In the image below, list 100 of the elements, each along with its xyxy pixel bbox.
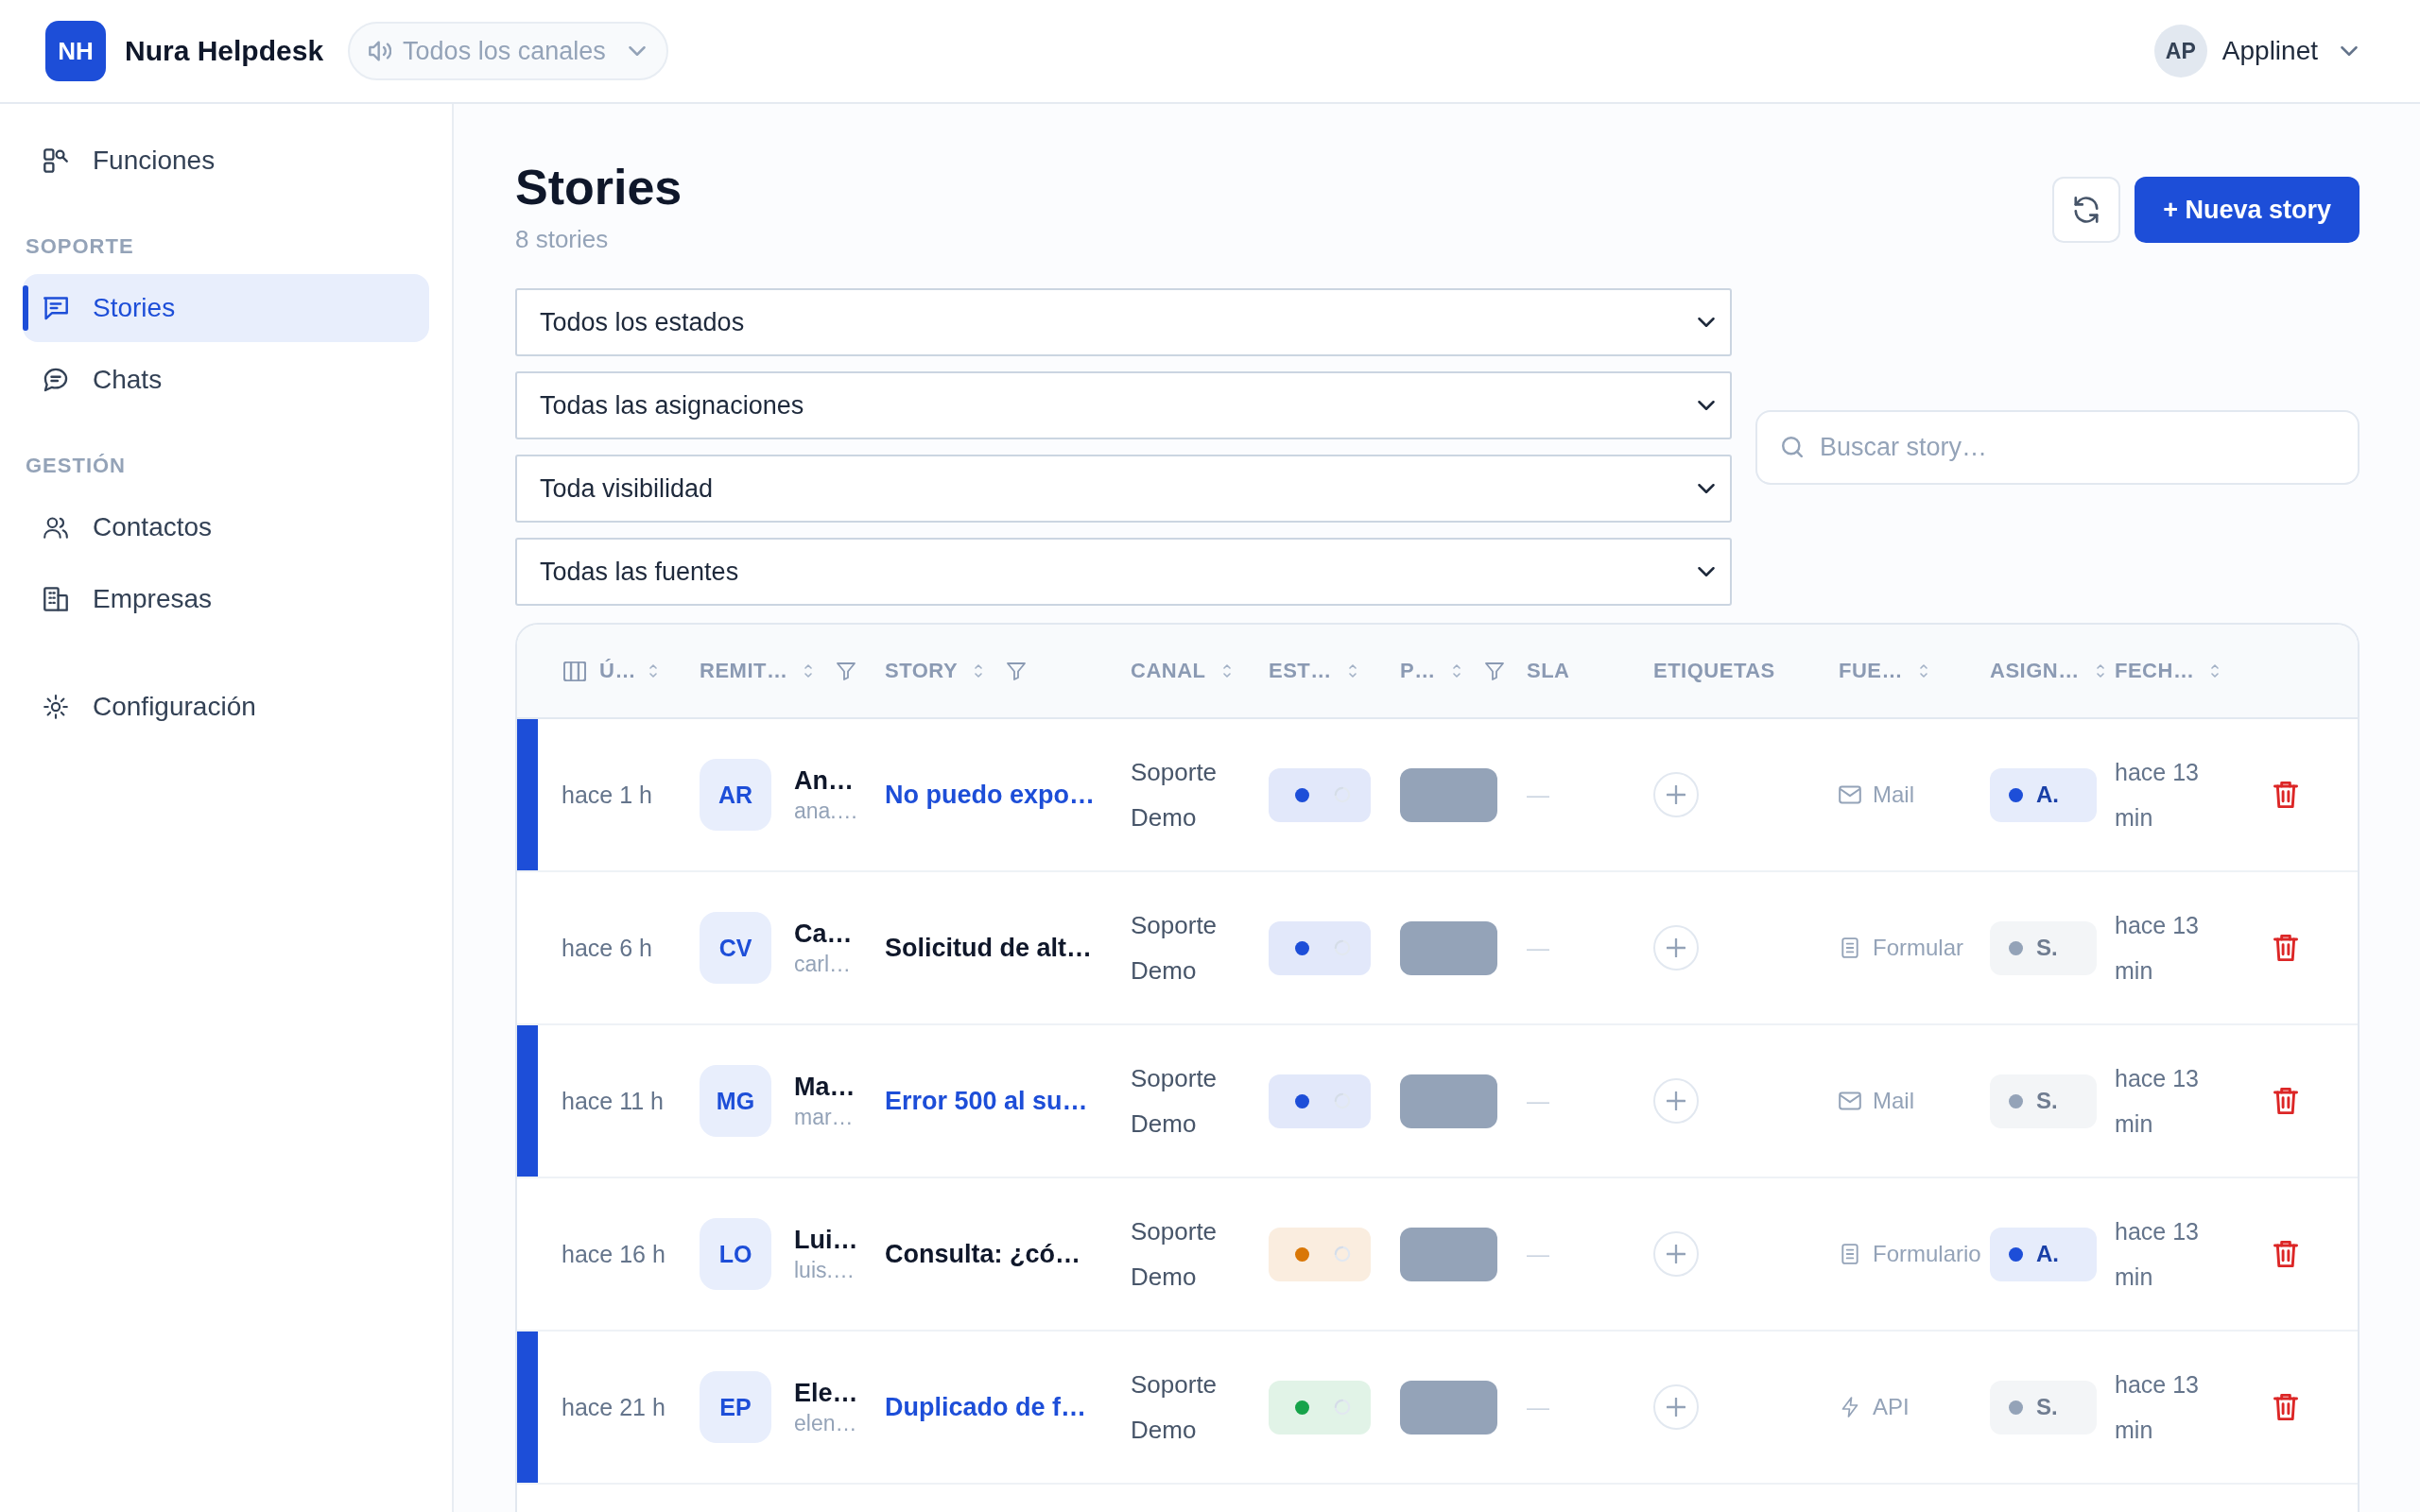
sort-icon[interactable] [1348,664,1357,678]
sidebar-item[interactable]: Chats [23,346,429,414]
assignee-initial: S. [2036,1088,2058,1114]
delete-button[interactable] [2273,1087,2298,1115]
story-title[interactable]: Solicitud de alt… [885,933,1093,963]
priority-chip[interactable] [1400,767,1497,822]
filter-icon[interactable] [1484,662,1504,680]
table-cell: hace 16 h [562,1240,666,1268]
trash-icon [2273,1240,2298,1268]
delete-button[interactable] [2273,781,2298,809]
status-pill[interactable] [1269,1380,1371,1435]
filter-select[interactable]: Todas las asignaciones [515,371,1732,439]
status-pill[interactable] [1269,767,1371,822]
mail-icon [1839,784,1861,805]
document-icon [1839,1244,1861,1264]
app-name: Nura Helpdesk [125,35,324,67]
sender-name: Ele… [794,1378,858,1409]
plus-icon [1667,1398,1685,1417]
sender-name: Ma… [794,1072,856,1103]
add-tag-button[interactable] [1653,1231,1699,1277]
source-label: Formulario [1873,1241,1981,1267]
assignee-initial: A. [2036,1241,2059,1267]
column-header: EST… [1269,659,1332,683]
sidebar-item[interactable]: Contactos [23,493,429,561]
delete-button[interactable] [2273,934,2298,962]
sort-icon[interactable] [1920,664,1927,678]
priority-chip[interactable] [1400,920,1497,975]
story-title[interactable]: Error 500 al su… [885,1086,1088,1116]
new-story-button[interactable]: + Nueva story [2135,177,2360,243]
table-cell-text: hace 13 min [2115,758,2200,833]
column-header: FUE… [1839,659,1903,683]
sort-icon[interactable] [1222,664,1231,678]
sla-value: — [1527,935,1549,961]
assignee-chip[interactable]: A. [1990,1227,2097,1281]
chevron-down-icon[interactable] [2341,46,2358,56]
mail-icon [1839,1091,1861,1111]
sender-name: Lui… [794,1225,858,1256]
status-pill[interactable] [1269,1074,1371,1128]
sla-value: — [1527,1394,1549,1420]
priority-chip[interactable] [1400,1227,1497,1281]
sort-icon[interactable] [1452,664,1461,678]
assignee-chip[interactable]: S. [1990,1074,2097,1128]
sender-avatar: CV [700,912,771,984]
story-count: 8 stories [515,224,610,254]
sidebar-item[interactable]: Configuración [23,673,429,741]
column-header: ETIQUETAS [1653,659,1775,683]
filter-icon[interactable] [1007,662,1027,680]
plus-icon [1667,1245,1685,1263]
refresh-button[interactable] [2052,177,2121,243]
status-pill[interactable] [1269,1227,1371,1281]
assignee-chip[interactable]: A. [1990,767,2097,822]
sidebar-item[interactable]: Empresas [23,565,429,633]
delete-button[interactable] [2273,1240,2298,1268]
column-header: FECH… [2115,659,2195,683]
sidebar-item[interactable]: Stories [23,274,429,342]
sidebar-item[interactable]: Funciones [23,127,429,195]
squares-search-icon [43,148,68,173]
user-name[interactable]: Applinet [2221,36,2318,66]
sort-icon[interactable] [804,664,813,678]
column-header: Ú… [599,659,636,683]
priority-chip[interactable] [1400,1380,1497,1435]
filter-select[interactable]: Todas las fuentes [515,538,1732,606]
assignee-chip[interactable]: S. [1990,920,2097,975]
sender-email: carl… [794,951,853,978]
source-label: Mail [1873,1088,1914,1114]
columns-icon[interactable] [563,661,586,681]
sender-email: luis.… [794,1257,856,1284]
sender-email: mar… [794,1104,855,1131]
section-heading: SOPORTE [25,234,135,259]
filter-select[interactable]: Toda visibilidad [515,455,1732,523]
status-pill[interactable] [1269,920,1371,975]
filter-select[interactable]: Todos los estados [515,288,1732,356]
sla-value: — [1527,1088,1549,1114]
delete-button[interactable] [2273,1393,2298,1421]
source-label: API [1873,1394,1910,1420]
chevron-down-icon [1698,318,1715,327]
story-title[interactable]: Duplicado de f… [885,1392,1086,1422]
sort-icon[interactable] [648,664,657,678]
add-tag-button[interactable] [1653,772,1699,817]
chevron-down-icon [1698,567,1715,576]
story-title[interactable]: No puedo expo… [885,780,1095,810]
sender-avatar: MG [700,1065,771,1137]
add-tag-button[interactable] [1653,1078,1699,1124]
channel-name: Soporte Demo [1131,757,1219,833]
search-field[interactable]: Buscar story… [1755,409,2360,485]
channel-name: Soporte Demo [1131,1216,1219,1293]
filter-icon[interactable] [837,662,856,680]
table-cell: hace 11 h [562,1087,664,1115]
add-tag-button[interactable] [1653,1384,1699,1430]
story-title[interactable]: Consulta: ¿có… [885,1239,1080,1269]
sort-icon[interactable] [2211,664,2220,678]
sort-icon[interactable] [2096,664,2104,678]
trash-icon [2273,781,2298,809]
search-icon [1782,436,1803,457]
priority-chip[interactable] [1400,1074,1497,1128]
assignee-chip[interactable]: S. [1990,1380,2097,1435]
assignee-initial: A. [2036,782,2059,808]
table-cell-text: hace 13 min [2115,1217,2200,1292]
add-tag-button[interactable] [1653,925,1699,971]
sort-icon[interactable] [975,664,983,678]
